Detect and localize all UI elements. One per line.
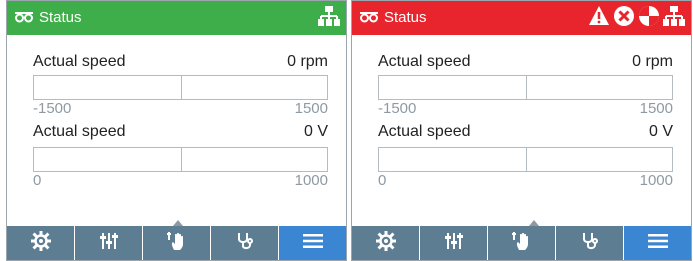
menu-button[interactable] — [624, 226, 691, 260]
status-header: Status — [352, 1, 691, 35]
voltage-bar — [33, 147, 328, 172]
menu-icon — [302, 233, 323, 254]
stethoscope-icon — [580, 231, 600, 256]
diagnostics-button[interactable] — [556, 226, 624, 260]
status-header: Status — [7, 1, 346, 35]
bottom-nav — [7, 226, 346, 260]
meter-value: 0 V — [648, 123, 673, 140]
bar-center-divider — [525, 76, 527, 99]
hand-control-icon — [166, 231, 188, 256]
scale-min: -1500 — [378, 100, 417, 117]
manual-control-button[interactable] — [488, 226, 556, 260]
network-icon — [318, 5, 340, 32]
meter-label: Actual speed — [33, 123, 126, 140]
meter-value: 0 V — [303, 123, 328, 140]
status-panel-fault: Status Actual speed 0 rpm -1500 1500 Act… — [351, 0, 692, 261]
status-title: Status — [384, 9, 427, 26]
parameters-button[interactable] — [420, 226, 488, 260]
manual-control-button[interactable] — [143, 226, 211, 260]
stethoscope-icon — [235, 231, 255, 256]
warning-icon — [588, 5, 610, 32]
scale-max: 1500 — [294, 100, 328, 117]
meter-label: Actual speed — [33, 53, 126, 70]
scale-max: 1000 — [294, 172, 328, 189]
status-panel-ok: Status Actual speed 0 rpm -1500 1500 Act… — [6, 0, 347, 261]
sliders-icon — [444, 231, 464, 256]
gear-icon — [30, 230, 51, 256]
settings-button[interactable] — [352, 226, 420, 260]
menu-button[interactable] — [279, 226, 346, 260]
scale-max: 1500 — [639, 100, 673, 117]
scale-max: 1000 — [639, 172, 673, 189]
diagnostics-button[interactable] — [211, 226, 279, 260]
bottom-nav — [352, 226, 691, 260]
header-status-icons — [588, 5, 685, 32]
error-x-icon — [613, 5, 635, 32]
header-status-icons — [318, 5, 340, 32]
scale-min: 0 — [378, 172, 387, 189]
settings-button[interactable] — [7, 226, 75, 260]
parameters-button[interactable] — [75, 226, 143, 260]
glasses-icon — [359, 10, 379, 28]
menu-icon — [647, 233, 668, 254]
status-title: Status — [39, 9, 82, 26]
sliders-icon — [99, 231, 119, 256]
gear-icon — [375, 230, 396, 256]
scale-min: -1500 — [33, 100, 72, 117]
bar-center-divider — [180, 76, 182, 99]
voltage-bar — [378, 147, 673, 172]
scale-min: 0 — [33, 172, 42, 189]
glasses-icon — [14, 10, 34, 28]
maintenance-icon — [638, 5, 660, 32]
speed-bar — [378, 75, 673, 100]
network-icon — [663, 5, 685, 32]
meter-value: 0 rpm — [287, 53, 328, 70]
meter-label: Actual speed — [378, 53, 471, 70]
meter-value: 0 rpm — [632, 53, 673, 70]
hand-control-icon — [511, 231, 533, 256]
speed-bar — [33, 75, 328, 100]
bar-center-divider — [525, 148, 527, 171]
meter-label: Actual speed — [378, 123, 471, 140]
bar-center-divider — [180, 148, 182, 171]
